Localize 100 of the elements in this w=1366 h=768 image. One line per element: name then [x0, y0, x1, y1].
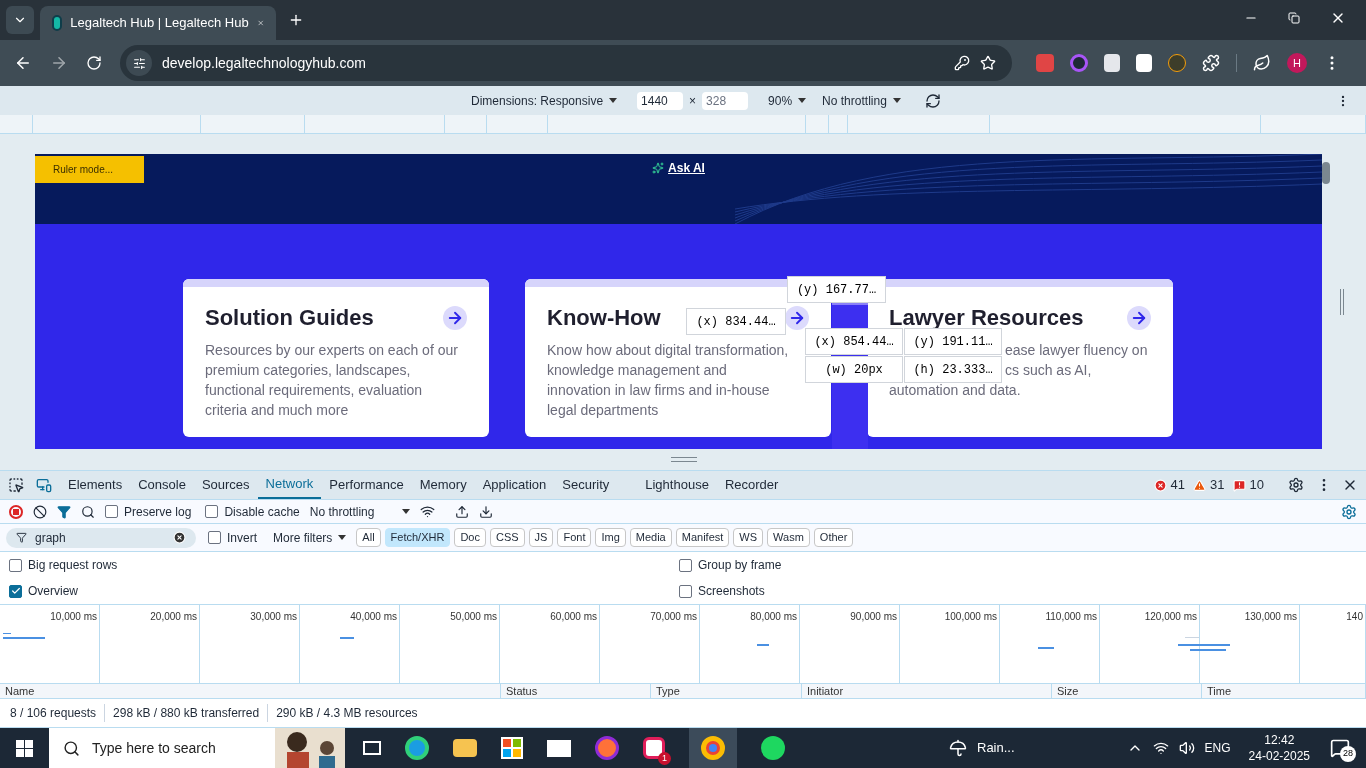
clear-icon[interactable] — [33, 504, 47, 519]
measurement-label: (x) 834.44… — [686, 308, 786, 335]
extension-icon[interactable] — [1136, 54, 1152, 72]
type-filter-chip[interactable]: CSS — [489, 528, 525, 547]
time-tick-label: 110,000 ms — [1045, 610, 1097, 624]
checkbox[interactable] — [105, 505, 118, 518]
type-filter-chip[interactable]: Wasm — [767, 528, 810, 547]
bookmark-star-icon[interactable] — [980, 55, 996, 71]
zoom-dropdown[interactable]: 90% — [768, 91, 793, 110]
checkbox[interactable] — [679, 584, 692, 598]
upload-icon[interactable] — [454, 504, 469, 519]
settings-icon[interactable] — [1288, 477, 1304, 493]
type-filter-chip[interactable]: WS — [733, 528, 764, 547]
tab-search-button[interactable] — [6, 6, 34, 34]
resize-handle[interactable] — [671, 457, 697, 462]
width-field[interactable]: 1440 — [637, 91, 684, 110]
throttling-dropdown[interactable]: No throttling — [309, 502, 392, 521]
resize-handle[interactable] — [1340, 289, 1344, 315]
extension-icon[interactable] — [1104, 54, 1120, 72]
clock-time[interactable]: 12:42 — [1264, 732, 1295, 748]
chrome-icon[interactable] — [701, 736, 725, 760]
reload-icon[interactable] — [86, 55, 102, 71]
folder-icon[interactable] — [453, 739, 477, 757]
stop-recording-icon[interactable] — [9, 504, 23, 519]
devtools-tab[interactable]: Performance — [321, 471, 412, 499]
filter-field[interactable]: graph — [6, 527, 196, 548]
column-header[interactable]: Time — [1202, 684, 1366, 698]
task-view-icon[interactable] — [363, 741, 381, 755]
type-filter-chip[interactable]: JS — [528, 528, 554, 547]
devtools-tab[interactable]: Recorder — [716, 471, 787, 499]
language-indicator[interactable]: ENG — [1204, 739, 1231, 757]
dimensions-dropdown[interactable]: Dimensions: Responsive — [471, 91, 604, 110]
key-icon[interactable] — [954, 55, 970, 71]
type-filter-chip[interactable]: Media — [629, 528, 672, 547]
type-filter-chip[interactable]: Other — [813, 528, 854, 547]
checkbox[interactable] — [9, 558, 22, 572]
devtools-tab[interactable]: Security — [554, 471, 618, 499]
store-icon[interactable] — [501, 737, 523, 759]
type-filter-chip[interactable]: Font — [557, 528, 592, 547]
arrow-right-icon[interactable] — [785, 305, 809, 330]
arrow-right-icon[interactable] — [1127, 305, 1151, 330]
throttling-dropdown[interactable]: No throttling — [822, 91, 887, 110]
type-filter-chip[interactable]: Manifest — [675, 528, 730, 547]
new-tab-icon[interactable] — [288, 12, 304, 28]
ask-ai-link[interactable]: Ask AI — [668, 159, 705, 177]
network-conditions-icon[interactable] — [419, 504, 435, 519]
leaf-icon[interactable] — [1253, 54, 1271, 72]
inspect-icon[interactable] — [8, 477, 24, 493]
type-filter-chip[interactable]: Doc — [454, 528, 486, 547]
taskbar-search-field[interactable]: Type here to search — [49, 728, 345, 768]
height-field[interactable]: 328 — [702, 91, 749, 110]
devtools-tab[interactable]: Sources — [193, 471, 258, 499]
site-logo-icon — [52, 15, 63, 31]
spotify-icon[interactable] — [761, 736, 785, 760]
edge-icon[interactable] — [405, 736, 429, 760]
checkbox[interactable] — [205, 505, 219, 518]
scrollbar-thumb[interactable] — [1322, 162, 1330, 184]
checkbox[interactable] — [9, 584, 22, 598]
settings-icon[interactable] — [1341, 503, 1357, 520]
more-filters-dropdown[interactable]: More filters — [273, 528, 333, 547]
devtools-tab[interactable]: Memory — [411, 471, 475, 499]
checkbox[interactable] — [208, 531, 221, 544]
devtools-tab[interactable]: Lighthouse — [637, 471, 717, 499]
checkbox[interactable] — [679, 558, 692, 572]
type-filter-chip[interactable]: Img — [595, 528, 626, 547]
mail-icon[interactable] — [547, 739, 571, 757]
filter-icon[interactable] — [57, 504, 71, 519]
column-header[interactable]: Type — [651, 684, 802, 698]
back-icon[interactable] — [14, 54, 32, 72]
column-header[interactable]: Status — [501, 684, 651, 698]
rotate-icon[interactable] — [924, 92, 941, 109]
extension-icon[interactable] — [1070, 54, 1088, 72]
type-filter-chip[interactable]: All — [356, 528, 381, 547]
download-icon[interactable] — [478, 504, 493, 519]
column-header[interactable]: Initiator — [802, 684, 1052, 698]
extensions-icon[interactable] — [1202, 54, 1220, 72]
restore-icon[interactable] — [1288, 12, 1300, 24]
address-bar[interactable]: develop.legaltechnologyhub.com — [120, 45, 1012, 81]
profile-avatar[interactable]: H — [1287, 53, 1307, 73]
type-filter-chip[interactable]: Fetch/XHR — [384, 528, 451, 547]
device-toggle-icon[interactable] — [36, 477, 52, 493]
devtools-tab[interactable]: Elements — [60, 471, 131, 499]
column-header[interactable]: Size — [1052, 684, 1202, 698]
browser-tab[interactable]: Legaltech Hub | Legaltech Hub — [40, 6, 276, 40]
error-icon — [1153, 478, 1167, 492]
weather-text[interactable]: Rain... — [977, 738, 1015, 758]
slack-icon[interactable] — [643, 737, 665, 759]
search-icon[interactable] — [81, 504, 95, 519]
site-info-icon[interactable] — [132, 56, 146, 70]
arrow-right-icon[interactable] — [443, 305, 467, 330]
windows-logo-icon[interactable] — [16, 739, 33, 757]
caret-icon — [798, 97, 807, 104]
extension-icon[interactable] — [1168, 54, 1186, 72]
volume-icon[interactable] — [1178, 740, 1195, 756]
column-header[interactable]: Name — [0, 684, 501, 698]
wifi-icon[interactable] — [1152, 740, 1169, 756]
clock-date[interactable]: 24-02-2025 — [1248, 748, 1310, 764]
devtools-tab[interactable]: Application — [474, 471, 555, 499]
devtools-tab[interactable]: Console — [130, 471, 194, 499]
firefox-icon[interactable] — [595, 736, 619, 760]
